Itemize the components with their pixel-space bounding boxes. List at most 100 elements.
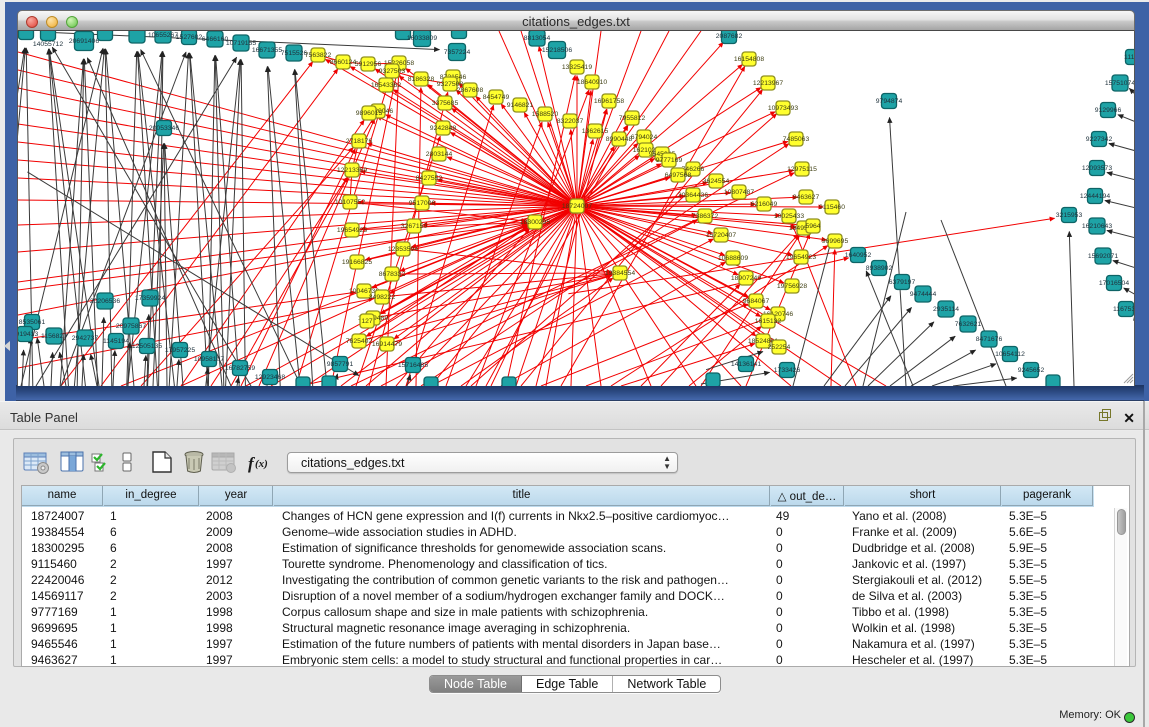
svg-text:1615132: 1615132 [755,318,782,325]
svg-text:7563822: 7563822 [305,52,332,59]
svg-text:16210643: 16210643 [1082,223,1112,230]
svg-text:3215953: 3215953 [1056,212,1083,219]
svg-text:20053346: 20053346 [149,125,179,132]
svg-text:19654925: 19654925 [337,227,367,234]
svg-text:12213967: 12213967 [753,80,783,87]
svg-text:2935114: 2935114 [933,306,959,313]
svg-text:14136141: 14136141 [731,361,761,368]
svg-text:6216049: 6216049 [751,201,778,208]
svg-text:10807487: 10807487 [724,189,754,196]
svg-text:2718176: 2718176 [346,138,373,145]
svg-text:12975115: 12975115 [787,166,817,173]
svg-text:17957225: 17957225 [165,347,195,354]
svg-text:1733426: 1733426 [774,367,801,374]
svg-text:19654923: 19654923 [786,254,816,261]
svg-text:9463627: 9463627 [793,194,820,201]
svg-text:8938902: 8938902 [866,265,893,272]
svg-text:1167533: 1167533 [1113,306,1135,313]
svg-text:16671355: 16671355 [252,47,282,54]
svg-text:9146821: 9146821 [507,102,534,109]
svg-text:10719155: 10719155 [226,40,256,47]
svg-text:8660124: 8660124 [330,59,357,66]
svg-text:11175: 11175 [1124,54,1135,61]
svg-text:12353594: 12353594 [388,246,418,253]
svg-text:15218506: 15218506 [542,47,572,54]
svg-text:9896015: 9896015 [356,110,383,117]
svg-text:7625402: 7625402 [346,338,373,345]
svg-text:7357224: 7357224 [444,49,471,56]
svg-text:12923468: 12923468 [255,374,285,381]
svg-text:10654112: 10654112 [995,351,1025,358]
svg-text:9794874: 9794874 [876,98,903,105]
svg-text:10655267: 10655267 [148,32,178,39]
svg-text:10107552: 10107552 [335,199,365,206]
svg-text:3919413: 3919413 [18,331,38,338]
svg-text:3498222: 3498222 [369,294,396,301]
svg-text:9777169: 9777169 [656,157,683,164]
svg-text:1527602: 1527602 [176,34,203,41]
svg-text:20206536: 20206536 [90,298,120,305]
svg-text:18724007: 18724007 [562,203,592,210]
svg-text:3624554: 3624554 [703,178,730,185]
svg-text:6379197: 6379197 [889,279,916,286]
svg-text:19166825: 19166825 [342,259,372,266]
svg-text:7515526: 7515526 [281,50,308,57]
svg-text:16782759: 16782759 [225,365,255,372]
svg-text:20691406: 20691406 [69,38,99,45]
svg-text:10958107: 10958107 [194,356,224,363]
svg-text:1588520: 1588520 [532,111,559,118]
svg-text:2803144: 2803144 [426,151,453,158]
svg-text:19384554: 19384554 [605,270,635,277]
svg-text:8813054: 8813054 [524,35,551,42]
svg-text:7632621: 7632621 [955,321,982,328]
svg-text:3267150: 3267150 [401,223,428,230]
svg-text:9474444: 9474444 [910,291,937,298]
svg-text:15692071: 15692071 [1088,253,1118,260]
svg-text:18640910: 18640910 [577,79,607,86]
svg-text:2942737: 2942737 [72,335,99,342]
svg-text:7955812: 7955812 [619,115,646,122]
svg-text:12444194: 12444194 [1080,193,1110,200]
svg-text:127: 127 [361,318,373,325]
svg-text:9115460: 9115460 [819,204,845,211]
svg-text:20975867: 20975867 [116,323,146,330]
svg-text:15751074: 15751074 [1105,80,1135,87]
svg-text:252254: 252254 [768,344,791,351]
svg-text:8454749: 8454749 [483,94,510,101]
svg-text:10025433: 10025433 [774,213,804,220]
svg-text:16543362: 16543362 [371,82,401,89]
svg-text:3375685: 3375685 [432,100,459,107]
svg-text:9227342: 9227342 [1086,136,1113,143]
svg-text:12093573: 12093573 [1082,165,1112,172]
svg-text:8678332: 8678332 [379,271,406,278]
svg-text:12505135: 12505135 [132,343,162,350]
svg-text:15716485: 15716485 [398,362,428,369]
svg-text:8535061: 8535061 [19,319,46,326]
svg-text:14055712: 14055712 [33,41,63,48]
svg-text:1156829: 1156829 [41,333,67,340]
svg-text:10973493: 10973493 [768,105,798,112]
svg-text:5964: 5964 [805,223,820,230]
svg-text:9245652: 9245652 [1018,367,1045,374]
svg-text:8322037: 8322037 [557,118,584,125]
svg-text:6794024: 6794024 [631,134,658,141]
svg-text:1362615: 1362615 [582,128,609,135]
svg-text:9684067: 9684067 [743,298,770,305]
svg-text:(x): (x) [255,458,268,470]
svg-text:8427552: 8427552 [416,175,443,182]
svg-text:15720407: 15720407 [706,232,736,239]
svg-text:9129966: 9129966 [1095,107,1122,114]
svg-text:13325419: 13325419 [562,64,592,71]
svg-text:16154808: 16154808 [734,56,764,63]
svg-text:17359924: 17359924 [135,295,165,302]
svg-text:8471676: 8471676 [976,336,1003,343]
svg-text:9242848: 9242848 [430,125,457,132]
svg-text:9517006: 9517006 [409,200,436,207]
svg-text:18907249: 18907249 [731,275,761,282]
svg-text:12213369: 12213369 [337,167,367,174]
svg-text:1145194: 1145194 [103,338,129,345]
svg-text:10688609: 10688609 [718,255,748,262]
svg-text:18300295: 18300295 [520,219,550,226]
svg-text:16961758: 16961758 [594,98,624,105]
svg-text:9857791: 9857791 [327,361,354,368]
